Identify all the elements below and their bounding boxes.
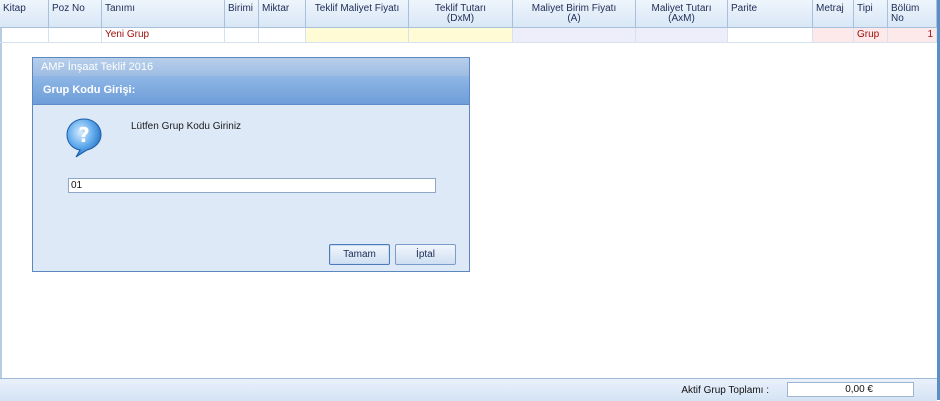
cell-maliyet-tutari[interactable] [636,28,728,42]
cell-bolum-no[interactable]: 1 [888,28,937,42]
grid-left-border [0,0,2,378]
cell-parite[interactable] [728,28,813,42]
cell-teklif-maliyet-fiyati[interactable] [306,28,409,42]
dialog-title: AMP İnşaat Teklif 2016 [41,61,154,73]
cell-teklif-tutari[interactable] [409,28,513,42]
grid-header: Kitap Poz No Tanımı Birimi Miktar Teklif… [0,0,940,28]
question-icon: ? [66,118,102,158]
cell-birimi[interactable] [225,28,259,42]
cancel-button[interactable]: İptal [395,244,456,265]
cell-maliyet-birim-fiyati[interactable] [513,28,636,42]
dialog-titlebar[interactable]: AMP İnşaat Teklif 2016 [33,58,469,76]
table-row[interactable]: Yeni Grup Grup 1 [0,28,940,43]
col-header-metraj[interactable]: Metraj [813,0,854,27]
col-header-parite[interactable]: Parite [728,0,813,27]
group-total-label: Aktif Grup Toplamı : [681,385,769,396]
dialog-heading: Grup Kodu Girişi: [43,84,136,96]
col-header-poz-no[interactable]: Poz No [49,0,102,27]
col-header-tanimi[interactable]: Tanımı [102,0,225,27]
cell-miktar[interactable] [259,28,306,42]
cell-metraj[interactable] [813,28,854,42]
col-header-teklif-tutari[interactable]: Teklif Tutarı (DxM) [409,0,513,27]
dialog-banner: Grup Kodu Girişi: [33,76,469,105]
group-total-value: 0,00 € [787,382,914,397]
group-code-dialog: AMP İnşaat Teklif 2016 Grup Kodu Girişi:… [32,57,470,272]
svg-text:?: ? [78,123,90,147]
col-header-kitap[interactable]: Kitap [0,0,49,27]
dialog-body: ? Lütfen Grup Kodu Giriniz Tamam İptal [33,105,469,271]
col-header-birimi[interactable]: Birimi [225,0,259,27]
col-header-tipi[interactable]: Tipi [854,0,888,27]
cell-kitap[interactable] [0,28,49,42]
col-header-miktar[interactable]: Miktar [259,0,306,27]
cell-tanimi[interactable]: Yeni Grup [102,28,225,42]
dialog-prompt: Lütfen Grup Kodu Giriniz [131,121,242,132]
group-code-input[interactable] [68,178,436,193]
col-header-maliyet-tutari[interactable]: Maliyet Tutarı (AxM) [636,0,728,27]
cell-tipi[interactable]: Grup [854,28,888,42]
footer-bar: Aktif Grup Toplamı : 0,00 € [0,378,937,401]
cell-poz-no[interactable] [49,28,102,42]
col-header-bolum-no[interactable]: Bölüm No [888,0,937,27]
col-header-teklif-maliyet-fiyati[interactable]: Teklif Maliyet Fiyatı [306,0,409,27]
col-header-maliyet-birim-fiyati[interactable]: Maliyet Birim Fiyatı (A) [513,0,636,27]
ok-button[interactable]: Tamam [329,244,390,265]
